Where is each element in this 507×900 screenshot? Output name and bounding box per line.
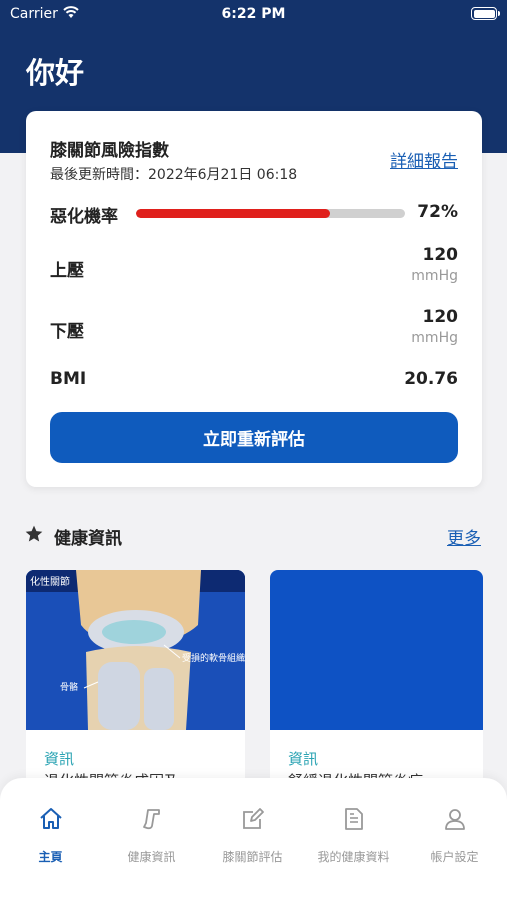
status-bar: Carrier 6:22 PM xyxy=(0,0,507,30)
tab-my-health-data[interactable]: 我的健康資料 xyxy=(303,778,404,878)
star-icon xyxy=(25,525,43,542)
news-image-knee: 化性關節 受損的軟骨組織 骨骼 xyxy=(26,570,245,730)
deterioration-label: 惡化機率 xyxy=(50,207,118,227)
image-caption-top: 化性關節 xyxy=(30,575,70,588)
detailed-report-link[interactable]: 詳細報告 xyxy=(390,147,458,172)
bmi-label: BMI xyxy=(50,369,87,389)
clock: 6:22 PM xyxy=(221,6,286,22)
systolic-value: 120 xyxy=(422,245,459,265)
health-info-section-title: 健康資訊 xyxy=(54,529,122,549)
tab-label: 我的健康資料 xyxy=(317,850,390,864)
image-caption-damaged: 受損的軟骨組織 xyxy=(182,652,245,664)
tab-home[interactable]: 主頁 xyxy=(0,778,101,878)
home-icon xyxy=(40,808,62,829)
last-updated-text: 最後更新時間：2022年6月21日 06:18 xyxy=(50,167,298,183)
news-image-placeholder xyxy=(270,570,483,730)
bmi-value: 20.76 xyxy=(404,369,458,389)
systolic-unit: mmHg xyxy=(411,268,458,284)
reassess-button[interactable]: 立即重新評估 xyxy=(50,412,458,463)
deterioration-value: 72% xyxy=(417,202,458,222)
news-card[interactable]: 化性關節 受損的軟骨組織 骨骼 資訊 退化性關節炎成因及 xyxy=(26,570,245,810)
diastolic-unit: mmHg xyxy=(411,330,458,346)
card-title: 膝關節風險指數 xyxy=(50,141,169,161)
tab-label: 健康資訊 xyxy=(127,850,176,864)
tab-label: 主頁 xyxy=(38,850,63,864)
more-link[interactable]: 更多 xyxy=(447,524,481,549)
news-tag: 資訊 xyxy=(44,750,75,768)
tab-label: 膝關節評估 xyxy=(222,850,283,864)
user-icon xyxy=(445,809,465,830)
diastolic-value: 120 xyxy=(422,307,459,327)
image-caption-bone: 骨骼 xyxy=(60,681,78,693)
greeting-title: 你好 xyxy=(26,56,85,90)
deterioration-progress-fill xyxy=(136,209,330,218)
knee-risk-card: 膝關節風險指數 最後更新時間：2022年6月21日 06:18 詳細報告 惡化機… xyxy=(26,111,482,487)
deterioration-progress-bar xyxy=(136,209,405,218)
music-note-icon xyxy=(143,809,160,830)
edit-icon xyxy=(243,808,264,829)
tab-knee-assessment[interactable]: 膝關節評估 xyxy=(202,778,303,878)
systolic-label: 上壓 xyxy=(50,261,84,281)
diastolic-label: 下壓 xyxy=(50,322,84,342)
document-icon xyxy=(345,808,363,830)
tab-label: 帳户設定 xyxy=(430,850,479,864)
news-card[interactable]: 資訊 舒緩退化性關節炎症 xyxy=(270,570,483,810)
tab-account-settings[interactable]: 帳户設定 xyxy=(404,778,505,878)
battery-icon xyxy=(471,7,500,20)
news-tag: 資訊 xyxy=(288,750,319,768)
knee-illustration: 化性關節 受損的軟骨組織 骨骼 xyxy=(26,570,245,730)
tab-bar: 主頁 健康資訊 膝關節評估 我的健康資料 帳户設定 xyxy=(0,778,507,900)
tab-health-info[interactable]: 健康資訊 xyxy=(101,778,202,878)
